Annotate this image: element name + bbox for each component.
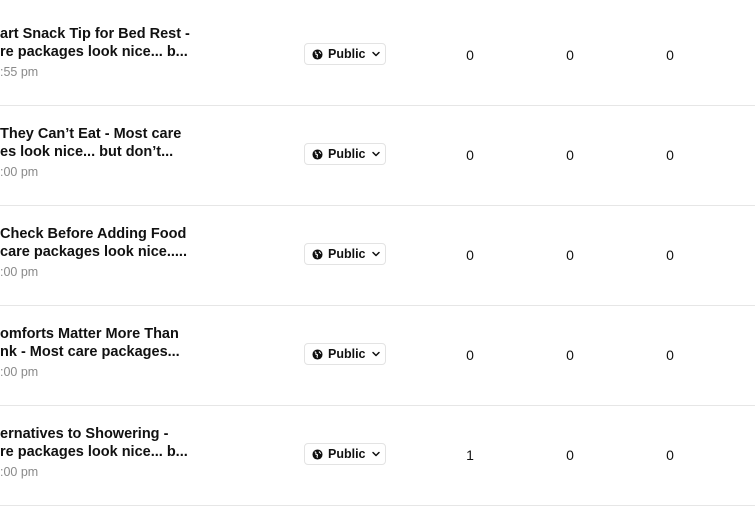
post-date: :00 pm (0, 365, 39, 379)
globe-icon (312, 148, 323, 160)
post-date: :00 pm (0, 465, 39, 479)
post-stat-1: 0 (466, 247, 474, 263)
post-title-block[interactable]: art Snack Tip for Bed Rest - re packages… (0, 25, 200, 80)
post-title-line[interactable]: care packages look nice..... (0, 243, 200, 261)
privacy-label: Public (328, 247, 366, 261)
globe-icon (312, 348, 323, 360)
privacy-label: Public (328, 147, 366, 161)
post-row[interactable]: Check Before Adding Food care packages l… (0, 205, 755, 306)
post-title-block[interactable]: Check Before Adding Food care packages l… (0, 225, 200, 280)
post-stat-2: 0 (566, 47, 574, 63)
post-stat-3: 0 (666, 47, 674, 63)
post-row[interactable]: omforts Matter More Than nk - Most care … (0, 305, 755, 406)
post-title-line[interactable]: nk - Most care packages... (0, 343, 200, 361)
post-stat-3: 0 (666, 447, 674, 463)
chevron-down-icon (371, 449, 381, 459)
post-title-block[interactable]: They Can’t Eat - Most care es look nice.… (0, 125, 200, 180)
post-stat-2: 0 (566, 447, 574, 463)
post-title-line[interactable]: re packages look nice... b... (0, 43, 200, 61)
post-title-line[interactable]: art Snack Tip for Bed Rest - (0, 25, 200, 43)
post-title-line[interactable]: omforts Matter More Than (0, 325, 200, 343)
chevron-down-icon (371, 349, 381, 359)
post-title-line[interactable]: re packages look nice... b... (0, 443, 200, 461)
privacy-dropdown[interactable]: Public (304, 343, 386, 365)
post-stat-2: 0 (566, 147, 574, 163)
chevron-down-icon (371, 49, 381, 59)
post-row[interactable]: They Can’t Eat - Most care es look nice.… (0, 105, 755, 206)
globe-icon (312, 248, 323, 260)
post-stat-1: 0 (466, 147, 474, 163)
chevron-down-icon (371, 249, 381, 259)
post-stat-3: 0 (666, 347, 674, 363)
post-stat-2: 0 (566, 347, 574, 363)
privacy-dropdown[interactable]: Public (304, 43, 386, 65)
post-title-line[interactable]: Check Before Adding Food (0, 225, 200, 243)
privacy-dropdown[interactable]: Public (304, 143, 386, 165)
post-stat-3: 0 (666, 247, 674, 263)
post-stat-3: 0 (666, 147, 674, 163)
post-stat-1: 0 (466, 347, 474, 363)
privacy-dropdown[interactable]: Public (304, 243, 386, 265)
privacy-label: Public (328, 347, 366, 361)
post-title-line[interactable]: es look nice... but don’t... (0, 143, 200, 161)
privacy-label: Public (328, 447, 366, 461)
post-title-block[interactable]: omforts Matter More Than nk - Most care … (0, 325, 200, 380)
post-title-line[interactable]: They Can’t Eat - Most care (0, 125, 200, 143)
globe-icon (312, 448, 323, 460)
post-row[interactable]: art Snack Tip for Bed Rest - re packages… (0, 5, 755, 106)
post-title-block[interactable]: ernatives to Showering - re packages loo… (0, 425, 200, 480)
privacy-dropdown[interactable]: Public (304, 443, 386, 465)
post-stat-1: 0 (466, 47, 474, 63)
chevron-down-icon (371, 149, 381, 159)
privacy-label: Public (328, 47, 366, 61)
post-title-line[interactable]: ernatives to Showering - (0, 425, 200, 443)
post-date: :00 pm (0, 165, 39, 179)
post-stat-2: 0 (566, 247, 574, 263)
post-stat-1: 1 (466, 447, 474, 463)
post-date: :00 pm (0, 265, 39, 279)
post-list: art Snack Tip for Bed Rest - re packages… (0, 0, 755, 515)
post-row[interactable]: ernatives to Showering - re packages loo… (0, 405, 755, 506)
globe-icon (312, 48, 323, 60)
post-date: :55 pm (0, 65, 39, 79)
